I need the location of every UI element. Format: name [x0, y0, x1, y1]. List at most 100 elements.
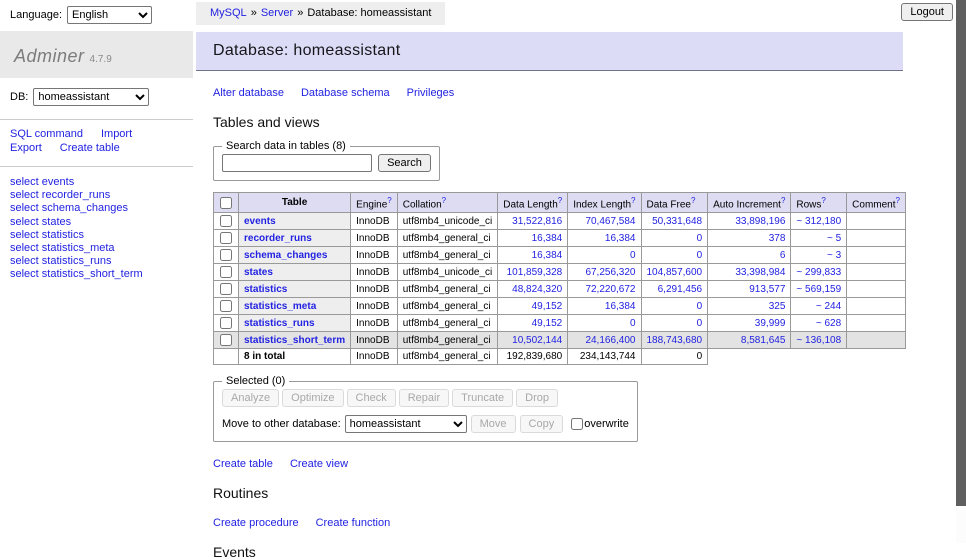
help-link-collation[interactable]: ?	[442, 196, 446, 205]
link-export[interactable]: Export	[10, 142, 42, 154]
repair-button[interactable]: Repair	[399, 389, 449, 407]
index-length-link[interactable]: 70,467,584	[585, 216, 635, 227]
index-length-link[interactable]: 16,384	[605, 301, 636, 312]
data-free-link[interactable]: 0	[697, 301, 703, 312]
help-link-comment[interactable]: ?	[896, 196, 900, 205]
sidebar-item-select-schema-changes[interactable]: select schema_changes	[10, 202, 193, 215]
rows-estimate-link[interactable]: ~ 299,833	[796, 267, 841, 278]
move-database-select[interactable]: homeassistant	[345, 415, 467, 433]
rows-estimate-link[interactable]: ~ 5	[827, 233, 841, 244]
analyze-button[interactable]: Analyze	[222, 389, 279, 407]
data-length-link[interactable]: 16,384	[532, 233, 563, 244]
index-length-link[interactable]: 16,384	[605, 233, 636, 244]
link-create-procedure[interactable]: Create procedure	[213, 517, 299, 529]
auto-increment-link[interactable]: 378	[769, 233, 786, 244]
row-checkbox-events[interactable]	[220, 215, 232, 227]
breadcrumb-mysql-link[interactable]: MySQL	[210, 7, 247, 19]
rows-estimate-link[interactable]: ~ 136,108	[796, 335, 841, 346]
auto-increment-link[interactable]: 6	[780, 250, 786, 261]
data-length-link[interactable]: 31,522,816	[512, 216, 562, 227]
index-length-link[interactable]: 0	[630, 250, 636, 261]
link-database-schema[interactable]: Database schema	[301, 87, 390, 99]
data-length-link[interactable]: 48,824,320	[512, 284, 562, 295]
auto-increment-link[interactable]: 39,999	[755, 318, 786, 329]
data-length-link[interactable]: 49,152	[532, 318, 563, 329]
data-free-link[interactable]: 50,331,648	[652, 216, 702, 227]
check-button[interactable]: Check	[347, 389, 396, 407]
auto-increment-link[interactable]: 33,398,984	[735, 267, 785, 278]
row-checkbox-schema-changes[interactable]	[220, 249, 232, 261]
sidebar-item-select-statistics-runs[interactable]: select statistics_runs	[10, 255, 193, 268]
row-checkbox-statistics-short-term[interactable]	[220, 334, 232, 346]
overwrite-checkbox[interactable]	[571, 418, 583, 430]
rows-estimate-link[interactable]: ~ 628	[816, 318, 841, 329]
data-length-link[interactable]: 49,152	[532, 301, 563, 312]
copy-button[interactable]: Copy	[520, 415, 564, 433]
table-link-statistics-short-term[interactable]: statistics_short_term	[244, 335, 345, 346]
link-create-table[interactable]: Create table	[60, 142, 120, 154]
sidebar-item-select-events[interactable]: select events	[10, 176, 193, 189]
row-checkbox-statistics[interactable]	[220, 283, 232, 295]
index-length-link[interactable]: 67,256,320	[585, 267, 635, 278]
link-alter-database[interactable]: Alter database	[213, 87, 284, 99]
link-privileges[interactable]: Privileges	[407, 87, 455, 99]
rows-estimate-link[interactable]: ~ 312,180	[796, 216, 841, 227]
data-length-link[interactable]: 101,859,328	[507, 267, 563, 278]
link-create-table[interactable]: Create table	[213, 458, 273, 470]
help-link-engine[interactable]: ?	[387, 196, 391, 205]
data-free-link[interactable]: 0	[697, 250, 703, 261]
data-length-link[interactable]: 16,384	[532, 250, 563, 261]
table-link-statistics[interactable]: statistics	[244, 284, 287, 295]
table-link-recorder-runs[interactable]: recorder_runs	[244, 233, 312, 244]
rows-estimate-link[interactable]: ~ 569,159	[796, 284, 841, 295]
help-link-auto-increment[interactable]: ?	[781, 196, 785, 205]
link-create-function[interactable]: Create function	[316, 517, 391, 529]
link-sql-command[interactable]: SQL command	[10, 128, 83, 140]
row-checkbox-statistics-meta[interactable]	[220, 300, 232, 312]
row-checkbox-statistics-runs[interactable]	[220, 317, 232, 329]
rows-estimate-link[interactable]: ~ 3	[827, 250, 841, 261]
data-free-link[interactable]: 188,743,680	[647, 335, 703, 346]
auto-increment-link[interactable]: 325	[769, 301, 786, 312]
table-link-events[interactable]: events	[244, 216, 276, 227]
optimize-button[interactable]: Optimize	[282, 389, 343, 407]
table-link-schema-changes[interactable]: schema_changes	[244, 250, 327, 261]
index-length-link[interactable]: 0	[630, 318, 636, 329]
sidebar-item-select-recorder-runs[interactable]: select recorder_runs	[10, 189, 193, 202]
link-import[interactable]: Import	[101, 128, 132, 140]
index-length-link[interactable]: 24,166,400	[585, 335, 635, 346]
data-free-link[interactable]: 6,291,456	[658, 284, 703, 295]
help-link-rows[interactable]: ?	[821, 196, 825, 205]
data-free-link[interactable]: 0	[697, 318, 703, 329]
data-length-link[interactable]: 10,502,144	[512, 335, 562, 346]
help-link-index-length[interactable]: ?	[631, 196, 635, 205]
search-button[interactable]: Search	[378, 154, 431, 172]
auto-increment-link[interactable]: 913,577	[749, 284, 785, 295]
scrollbar-track[interactable]	[956, 0, 966, 543]
truncate-button[interactable]: Truncate	[452, 389, 513, 407]
drop-button[interactable]: Drop	[516, 389, 558, 407]
data-free-link[interactable]: 104,857,600	[647, 267, 703, 278]
data-free-link[interactable]: 0	[697, 233, 703, 244]
row-checkbox-recorder-runs[interactable]	[220, 232, 232, 244]
help-link-data-free[interactable]: ?	[691, 196, 695, 205]
index-length-link[interactable]: 72,220,672	[585, 284, 635, 295]
row-checkbox-states[interactable]	[220, 266, 232, 278]
auto-increment-link[interactable]: 8,581,645	[741, 335, 786, 346]
language-select[interactable]: English	[67, 6, 152, 24]
select-all-checkbox[interactable]	[220, 197, 232, 209]
scrollbar-thumb[interactable]	[956, 0, 966, 506]
link-create-view[interactable]: Create view	[290, 458, 348, 470]
logout-button[interactable]: Logout	[901, 3, 953, 21]
search-input[interactable]	[222, 154, 372, 172]
db-select[interactable]: homeassistant	[33, 88, 149, 106]
help-link-data-length[interactable]: ?	[558, 196, 562, 205]
move-button[interactable]: Move	[471, 415, 516, 433]
sidebar-item-select-states[interactable]: select states	[10, 216, 193, 229]
sidebar-item-select-statistics[interactable]: select statistics	[10, 229, 193, 242]
auto-increment-link[interactable]: 33,898,196	[735, 216, 785, 227]
table-link-states[interactable]: states	[244, 267, 273, 278]
sidebar-item-select-statistics-short-term[interactable]: select statistics_short_term	[10, 268, 193, 281]
rows-estimate-link[interactable]: ~ 244	[816, 301, 841, 312]
sidebar-item-select-statistics-meta[interactable]: select statistics_meta	[10, 242, 193, 255]
